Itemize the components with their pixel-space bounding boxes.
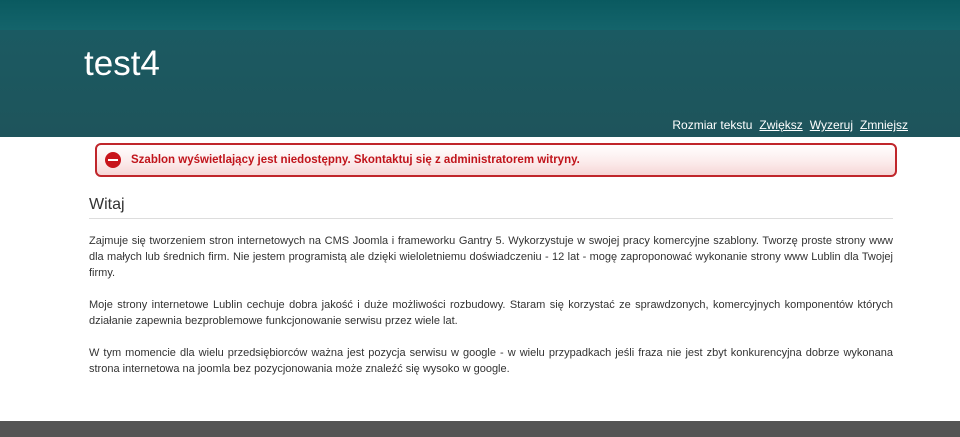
main-content: Witaj Zajmuje się tworzeniem stron inter…: [89, 196, 893, 377]
stop-icon: [105, 152, 121, 168]
alert-message: Szablon wyświetlający jest niedostępny. …: [131, 154, 580, 166]
text-size-decrease-link[interactable]: Zmniejsz: [860, 118, 908, 132]
text-size-controls: Rozmiar tekstu Zwiększ Wyzeruj Zmniejsz: [672, 118, 908, 132]
site-footer: [0, 421, 960, 437]
article-paragraph: Zajmuje się tworzeniem stron internetowy…: [89, 235, 893, 279]
text-size-reset-link[interactable]: Wyzeruj: [810, 118, 853, 132]
header-topbar: [0, 0, 960, 30]
text-size-label: Rozmiar tekstu: [672, 118, 753, 132]
article-paragraph: Moje strony internetowe Lublin cechuje d…: [89, 299, 893, 327]
site-title[interactable]: test4: [84, 44, 160, 84]
error-alert: Szablon wyświetlający jest niedostępny. …: [95, 143, 897, 177]
text-size-increase-link[interactable]: Zwiększ: [759, 118, 802, 132]
article-title: Witaj: [89, 196, 893, 219]
site-header: test4 Rozmiar tekstu Zwiększ Wyzeruj Zmn…: [0, 0, 960, 137]
article-paragraph: W tym momencie dla wielu przedsiębiorców…: [89, 347, 893, 375]
